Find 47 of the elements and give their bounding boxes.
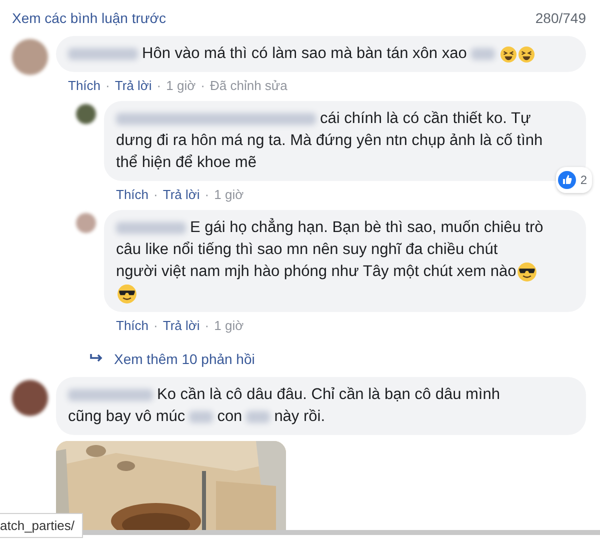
reply-arrow-icon [90,354,104,364]
comment-text: thể hiện để khoe mẽ [116,153,256,173]
separator-dot: · [154,318,158,333]
reaction-badge[interactable]: 2 [556,167,592,193]
previous-comments-link[interactable]: Xem các bình luận trước [12,10,166,26]
thumbs-up-icon [558,171,576,189]
sunglasses-face-icon [517,262,538,282]
separator-dot: · [154,187,158,202]
blurred-word [189,411,214,423]
separator-dot: · [200,78,205,93]
timestamp: 1 giờ [214,187,244,202]
comment-text: này rồi. [274,407,326,427]
separator-dot: · [156,78,162,93]
comment-text: cái chính là có cần thiết ko. Tự [320,109,531,129]
comment-text: Ko cần là cô dâu đâu. Chỉ cần là bạn cô dâu mình [157,385,500,405]
sunglasses-face-icon [117,284,137,304]
laughing-face-icon [500,46,517,62]
comment-text: E gái họ chẳng hạn. Bạn bè thì sao, muốn chiêu trò [190,217,544,238]
separator-dot: · [204,187,210,202]
reaction-count: 2 [580,172,587,189]
reply-link[interactable]: Trả lời [114,78,152,93]
avatar[interactable] [76,104,96,124]
like-link[interactable]: Thích [68,78,101,93]
timestamp: 1 giờ [214,318,244,333]
separator-dot: · [106,78,110,93]
blurred-word [470,48,495,60]
reply-link[interactable]: Trả lời [162,318,200,333]
blurred-name [68,48,138,60]
separator-dot: · [204,318,210,333]
comment-text: người việt nam mjh hào phóng như Tây một chút xem nào [116,262,516,282]
more-replies-link[interactable]: Xem thêm 10 phản hồi [114,351,255,367]
comment-text: Hôn vào má thì có làm sao mà bàn tán xôn xao [142,44,467,64]
like-link[interactable]: Thích [116,187,149,202]
comment-text: cũng bay vô múc [68,407,186,427]
comment-text: câu like nổi tiếng thì sao mn nên suy nghĩ đa chiều chút [116,240,498,260]
laughing-face-icon [518,46,535,62]
blurred-name [116,222,186,234]
reply-link[interactable]: Trả lời [162,187,200,202]
edited-label: Đã chỉnh sửa [210,78,288,93]
comment-count: 280/749 [535,10,586,26]
comment-text: con [217,407,242,427]
like-link[interactable]: Thích [116,318,149,333]
blurred-word [246,411,270,423]
status-url: atch_parties/ [0,513,84,538]
avatar[interactable] [12,380,48,416]
comment-text: dưng đi ra hôn má ng ta. Mà đứng yên ntn chụp ảnh là cố tình [116,131,543,151]
timestamp: 1 giờ [166,78,196,93]
